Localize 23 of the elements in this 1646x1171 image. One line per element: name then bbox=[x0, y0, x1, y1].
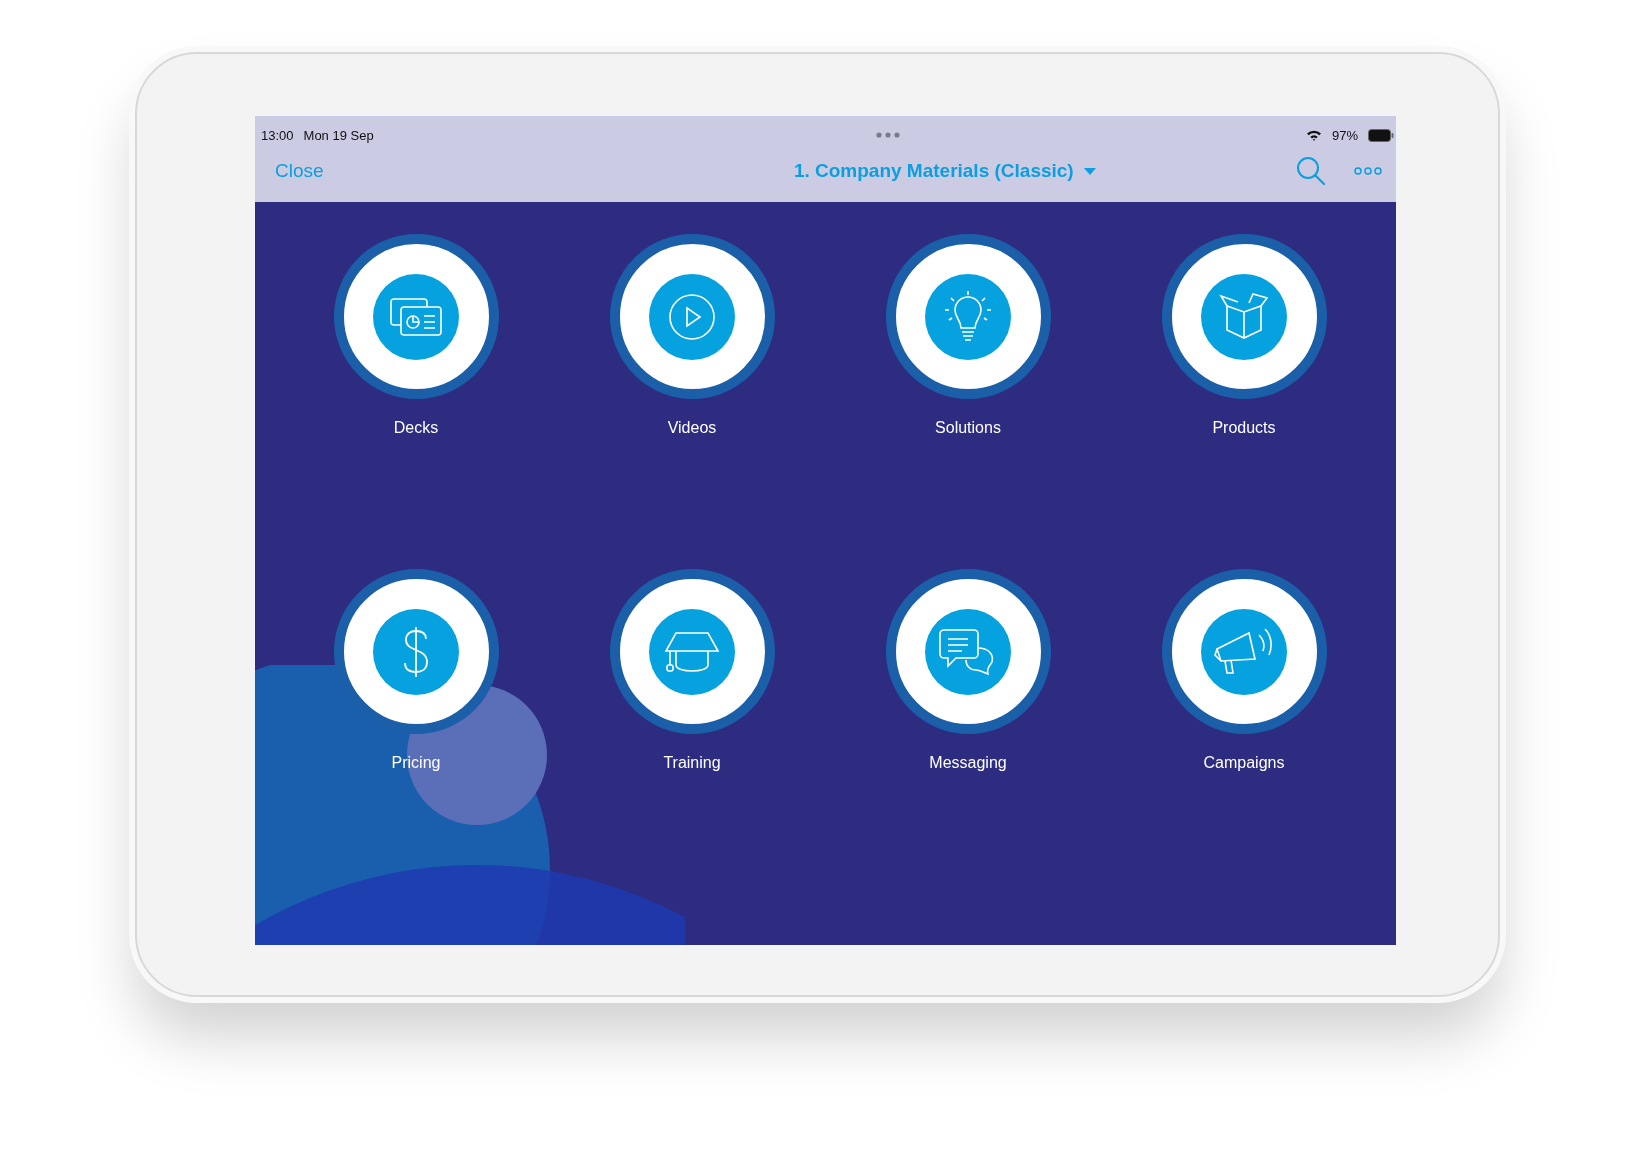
lightbulb-icon bbox=[943, 289, 993, 344]
close-button[interactable]: Close bbox=[275, 160, 324, 182]
status-date: Mon 19 Sep bbox=[303, 127, 374, 143]
category-label: Campaigns bbox=[1203, 754, 1285, 772]
megaphone-icon bbox=[1213, 626, 1275, 677]
category-label: Solutions bbox=[935, 419, 1001, 437]
category-label: Decks bbox=[393, 419, 439, 437]
category-label: Training bbox=[663, 754, 721, 772]
slides-icon bbox=[389, 296, 443, 337]
battery-icon bbox=[1368, 128, 1394, 142]
play-icon bbox=[667, 291, 717, 342]
caret-icon bbox=[1083, 167, 1096, 175]
status-time: 13:00 bbox=[261, 127, 294, 143]
box-icon bbox=[1217, 291, 1271, 342]
category-label: Pricing bbox=[391, 754, 441, 772]
multitasking-dots-icon[interactable] bbox=[875, 132, 900, 138]
category-label: Products bbox=[1212, 419, 1276, 437]
category-label: Videos bbox=[667, 419, 717, 437]
dollar-sign-icon bbox=[401, 624, 431, 679]
title-dropdown[interactable]: 1. Company Materials (Classic) bbox=[793, 160, 1096, 182]
wifi-icon bbox=[1305, 129, 1322, 141]
category-label: Messaging bbox=[929, 754, 1007, 772]
battery-percent: 97% bbox=[1331, 127, 1358, 143]
